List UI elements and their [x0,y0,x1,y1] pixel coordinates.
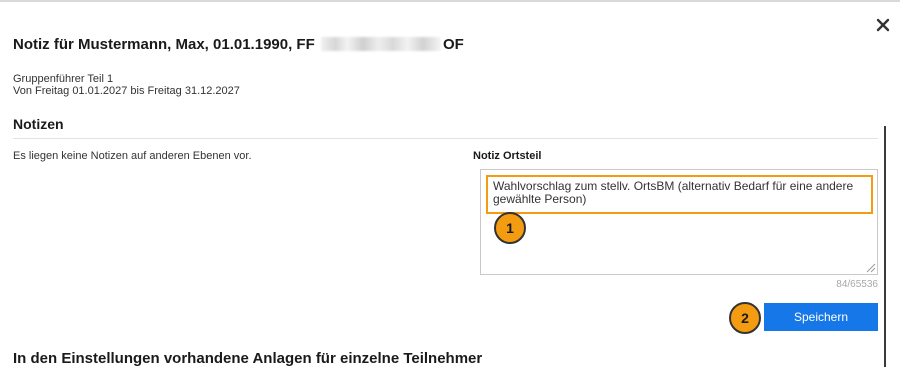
close-icon[interactable] [873,15,893,35]
no-notes-message: Es liegen keine Notizen auf anderen Eben… [13,150,252,162]
save-button[interactable]: Speichern [764,303,878,331]
notes-divider [13,138,878,139]
dialog-top-border [0,0,900,2]
step-marker-2: 2 [729,302,761,334]
attachments-heading: In den Einstellungen vorhandene Anlagen … [13,350,483,367]
dialog-title: Notiz für Mustermann, Max, 01.01.1990, F… [13,36,464,53]
course-meta: Gruppenführer Teil 1 Von Freitag 01.01.2… [13,73,240,97]
notes-heading: Notizen [13,116,64,132]
course-period: Von Freitag 01.01.2027 bis Freitag 31.12… [13,85,240,97]
dialog-title-prefix: Notiz für Mustermann, Max, 01.01.1990, F… [13,36,315,53]
note-text-value[interactable]: Wahlvorschlag zum stellv. OrtsBM (altern… [486,175,873,214]
resize-handle-icon[interactable] [864,260,876,273]
redacted-unit-name [320,37,441,51]
step-marker-1: 1 [494,212,526,244]
course-group: Gruppenführer Teil 1 [13,73,114,85]
character-counter: 84/65536 [836,279,878,290]
scrollbar[interactable] [884,126,886,367]
note-field-label: Notiz Ortsteil [473,150,542,162]
dialog-title-suffix: OF [442,36,464,53]
